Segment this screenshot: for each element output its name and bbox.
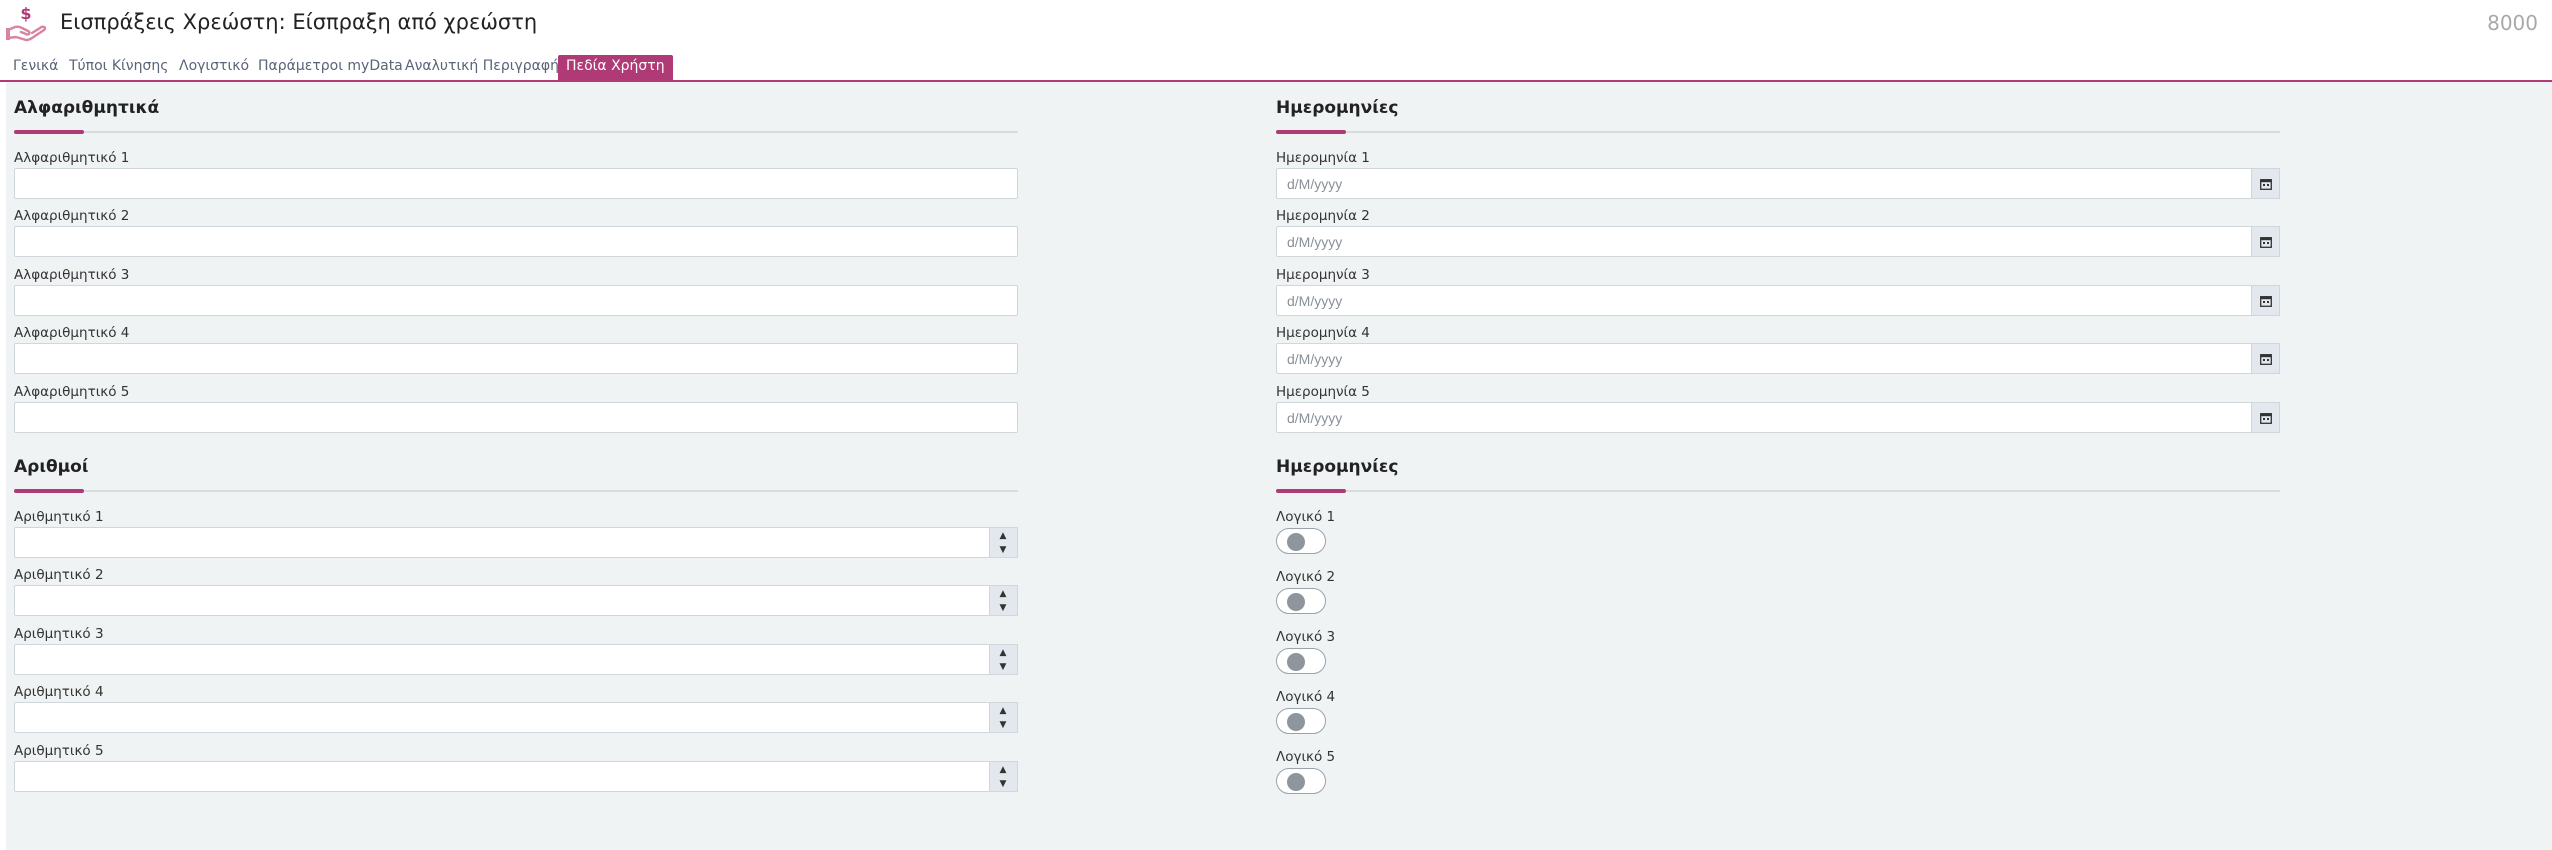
date-5-field (1276, 402, 2280, 433)
bool-3-label: Λογικό 3 (1276, 629, 1336, 645)
number-3-input[interactable] (14, 644, 990, 675)
number-1-input[interactable] (14, 527, 990, 558)
calendar-icon[interactable] (2252, 343, 2280, 374)
alpha-5-label: Αλφαριθμητικό 5 (14, 384, 130, 400)
increment-arrow-icon[interactable]: ▲ (990, 529, 1016, 543)
bool-1-label: Λογικό 1 (1276, 509, 1336, 525)
date-2-input[interactable] (1276, 226, 2252, 257)
number-section-divider (14, 489, 1018, 493)
date-2-field (1276, 226, 2280, 257)
number-spinner: ▲ ▼ (990, 527, 1018, 558)
alpha-1-label: Αλφαριθμητικό 1 (14, 150, 130, 166)
number-2-field: ▲ ▼ (14, 585, 1018, 616)
tab-user-fields[interactable]: Πεδία Χρήστη (558, 55, 673, 80)
alpha-2-label: Αλφαριθμητικό 2 (14, 208, 130, 224)
bool-3-toggle[interactable] (1276, 648, 1326, 674)
tab-mydata-params[interactable]: Παράμετροι myData (258, 58, 403, 74)
tab-bar: Γενικά Τύποι Κίνησης Λογιστικό Παράμετρο… (0, 55, 2552, 82)
number-spinner: ▲ ▼ (990, 585, 1018, 616)
date-section-divider (1276, 130, 2280, 134)
date-1-field (1276, 168, 2280, 199)
decrement-arrow-icon[interactable]: ▼ (990, 543, 1016, 557)
calendar-icon[interactable] (2252, 168, 2280, 199)
number-spinner: ▲ ▼ (990, 761, 1018, 792)
bool-section-divider (1276, 489, 2280, 493)
alpha-3-input[interactable] (14, 285, 1018, 316)
date-4-label: Ημερομηνία 4 (1276, 325, 1370, 341)
number-spinner: ▲ ▼ (990, 702, 1018, 733)
record-code: 8000 (2487, 11, 2538, 35)
alpha-5-input[interactable] (14, 402, 1018, 433)
alpha-section-divider (14, 130, 1018, 134)
increment-arrow-icon[interactable]: ▲ (990, 704, 1016, 718)
date-2-label: Ημερομηνία 2 (1276, 208, 1370, 224)
number-5-input[interactable] (14, 761, 990, 792)
page-title: Εισπράξεις Χρεώστη: Είσπραξη από χρεώστη (60, 10, 538, 34)
date-3-label: Ημερομηνία 3 (1276, 267, 1370, 283)
bool-4-toggle[interactable] (1276, 708, 1326, 734)
increment-arrow-icon[interactable]: ▲ (990, 763, 1016, 777)
increment-arrow-icon[interactable]: ▲ (990, 587, 1016, 601)
tab-movement-types[interactable]: Τύποι Κίνησης (69, 58, 168, 74)
tab-accounting[interactable]: Λογιστικό (179, 58, 249, 74)
date-3-field (1276, 285, 2280, 316)
tab-detailed-description[interactable]: Αναλυτική Περιγραφή (405, 58, 559, 74)
alpha-1-input[interactable] (14, 168, 1018, 199)
alpha-2-input[interactable] (14, 226, 1018, 257)
alpha-section-title: Αλφαριθμητικά (14, 98, 160, 118)
user-fields-panel: Αλφαριθμητικά Αλφαριθμητικό 1 Αλφαριθμητ… (6, 82, 2552, 850)
number-2-input[interactable] (14, 585, 990, 616)
number-1-field: ▲ ▼ (14, 527, 1018, 558)
calendar-icon[interactable] (2252, 402, 2280, 433)
number-4-input[interactable] (14, 702, 990, 733)
bool-2-label: Λογικό 2 (1276, 569, 1336, 585)
decrement-arrow-icon[interactable]: ▼ (990, 718, 1016, 732)
number-1-label: Αριθμητικό 1 (14, 509, 104, 525)
date-section-title: Ημερομηνίες (1276, 98, 1399, 118)
date-5-label: Ημερομηνία 5 (1276, 384, 1370, 400)
date-4-field (1276, 343, 2280, 374)
number-5-label: Αριθμητικό 5 (14, 743, 104, 759)
calendar-icon[interactable] (2252, 226, 2280, 257)
hand-coin-icon: $ (6, 4, 47, 42)
bool-1-toggle[interactable] (1276, 528, 1326, 554)
number-4-label: Αριθμητικό 4 (14, 684, 104, 700)
bool-2-toggle[interactable] (1276, 588, 1326, 614)
number-3-label: Αριθμητικό 3 (14, 626, 104, 642)
bool-5-toggle[interactable] (1276, 768, 1326, 794)
page-header: $ Εισπράξεις Χρεώστη: Είσπραξη από χρεώσ… (0, 0, 2552, 50)
svg-text:$: $ (20, 4, 31, 23)
date-5-input[interactable] (1276, 402, 2252, 433)
date-4-input[interactable] (1276, 343, 2252, 374)
date-3-input[interactable] (1276, 285, 2252, 316)
calendar-icon[interactable] (2252, 285, 2280, 316)
bool-4-label: Λογικό 4 (1276, 689, 1336, 705)
alpha-3-label: Αλφαριθμητικό 3 (14, 267, 130, 283)
number-spinner: ▲ ▼ (990, 644, 1018, 675)
number-3-field: ▲ ▼ (14, 644, 1018, 675)
alpha-4-input[interactable] (14, 343, 1018, 374)
number-5-field: ▲ ▼ (14, 761, 1018, 792)
tab-general[interactable]: Γενικά (13, 58, 58, 74)
decrement-arrow-icon[interactable]: ▼ (990, 777, 1016, 791)
bool-5-label: Λογικό 5 (1276, 749, 1336, 765)
date-1-label: Ημερομηνία 1 (1276, 150, 1370, 166)
date-1-input[interactable] (1276, 168, 2252, 199)
number-4-field: ▲ ▼ (14, 702, 1018, 733)
bool-section-title: Ημερομηνίες (1276, 457, 1399, 477)
number-section-title: Αριθμοί (14, 457, 89, 477)
alpha-4-label: Αλφαριθμητικό 4 (14, 325, 130, 341)
increment-arrow-icon[interactable]: ▲ (990, 646, 1016, 660)
decrement-arrow-icon[interactable]: ▼ (990, 601, 1016, 615)
number-2-label: Αριθμητικό 2 (14, 567, 104, 583)
decrement-arrow-icon[interactable]: ▼ (990, 660, 1016, 674)
